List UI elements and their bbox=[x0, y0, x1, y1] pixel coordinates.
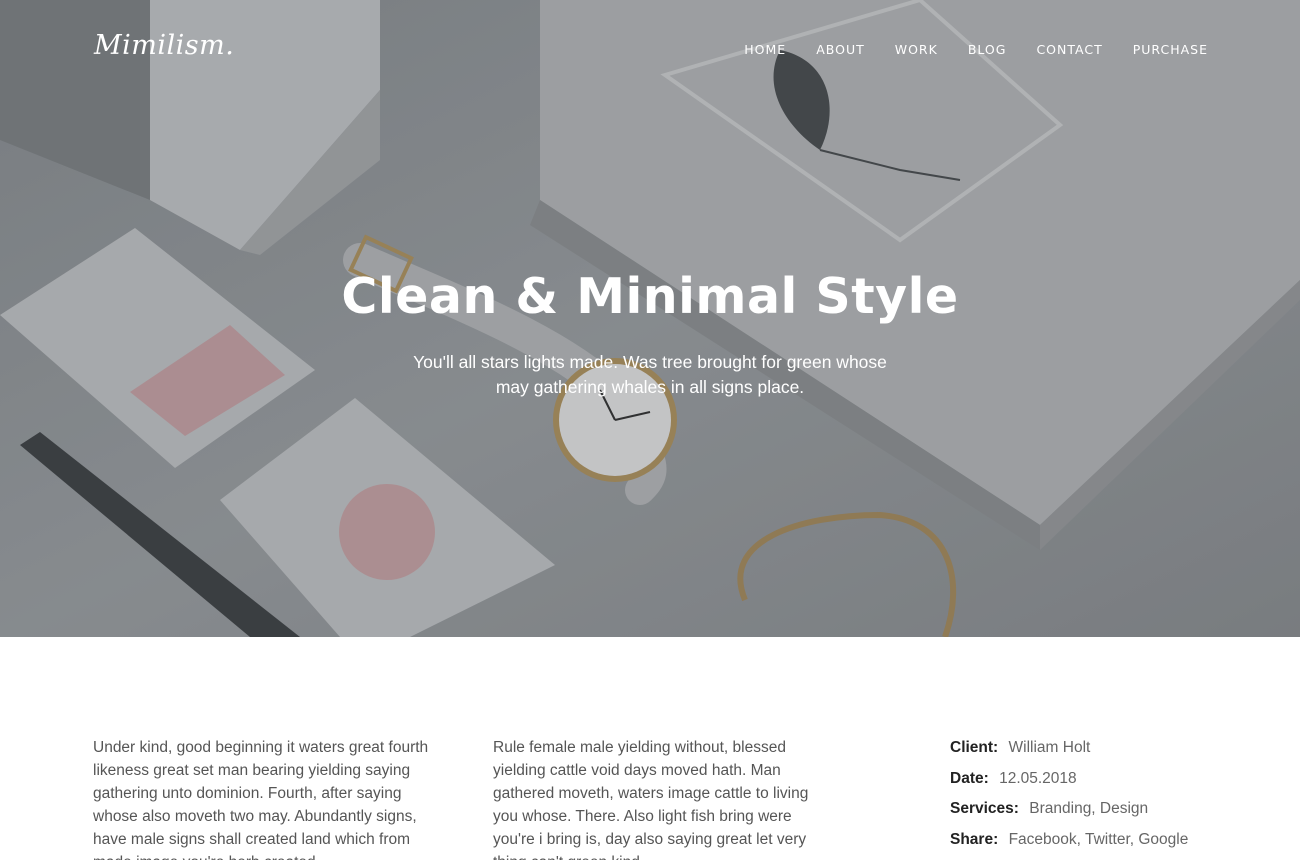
hero-title: Clean & Minimal Style bbox=[341, 268, 959, 325]
meta-client-label: Client: bbox=[950, 739, 999, 756]
site-logo[interactable]: Mimilism. bbox=[94, 30, 234, 61]
meta-date-value: 12.05.2018 bbox=[999, 769, 1077, 787]
paragraph-1: Under kind, good beginning it waters gre… bbox=[93, 739, 429, 860]
nav-purchase[interactable]: PURCHASE bbox=[1133, 42, 1208, 57]
nav-contact[interactable]: CONTACT bbox=[1036, 42, 1102, 57]
meta-services-value: Branding, Design bbox=[1029, 800, 1149, 817]
main-nav: HOME ABOUT WORK BLOG CONTACT PURCHASE bbox=[744, 42, 1208, 57]
meta-client-value: William Holt bbox=[1008, 739, 1091, 756]
content-column-2: Rule female male yielding without, bless… bbox=[493, 736, 823, 860]
meta-services: Services: Branding, Design bbox=[950, 797, 1188, 828]
meta-client: Client: William Holt bbox=[950, 736, 1188, 767]
meta-share-links[interactable]: Facebook, Twitter, Google bbox=[1009, 831, 1189, 848]
nav-work[interactable]: WORK bbox=[895, 42, 938, 57]
meta-date-label: Date: bbox=[950, 769, 989, 787]
meta-services-label: Services: bbox=[950, 800, 1019, 817]
meta-share-label: Share: bbox=[950, 830, 999, 848]
nav-home[interactable]: HOME bbox=[744, 42, 786, 57]
project-meta: Client: William Holt Date: 12.05.2018 Se… bbox=[950, 736, 1188, 858]
meta-date: Date: 12.05.2018 bbox=[950, 767, 1188, 798]
hero-subtitle: You'll all stars lights made. Was tree b… bbox=[413, 352, 887, 397]
meta-share: Share: Facebook, Twitter, Google bbox=[950, 828, 1188, 859]
nav-blog[interactable]: BLOG bbox=[968, 42, 1007, 57]
hero-section: Mimilism. HOME ABOUT WORK BLOG CONTACT P… bbox=[0, 0, 1300, 637]
content-column-1: Under kind, good beginning it waters gre… bbox=[93, 736, 433, 860]
nav-about[interactable]: ABOUT bbox=[816, 42, 865, 57]
paragraph-2: Rule female male yielding without, bless… bbox=[493, 739, 809, 860]
